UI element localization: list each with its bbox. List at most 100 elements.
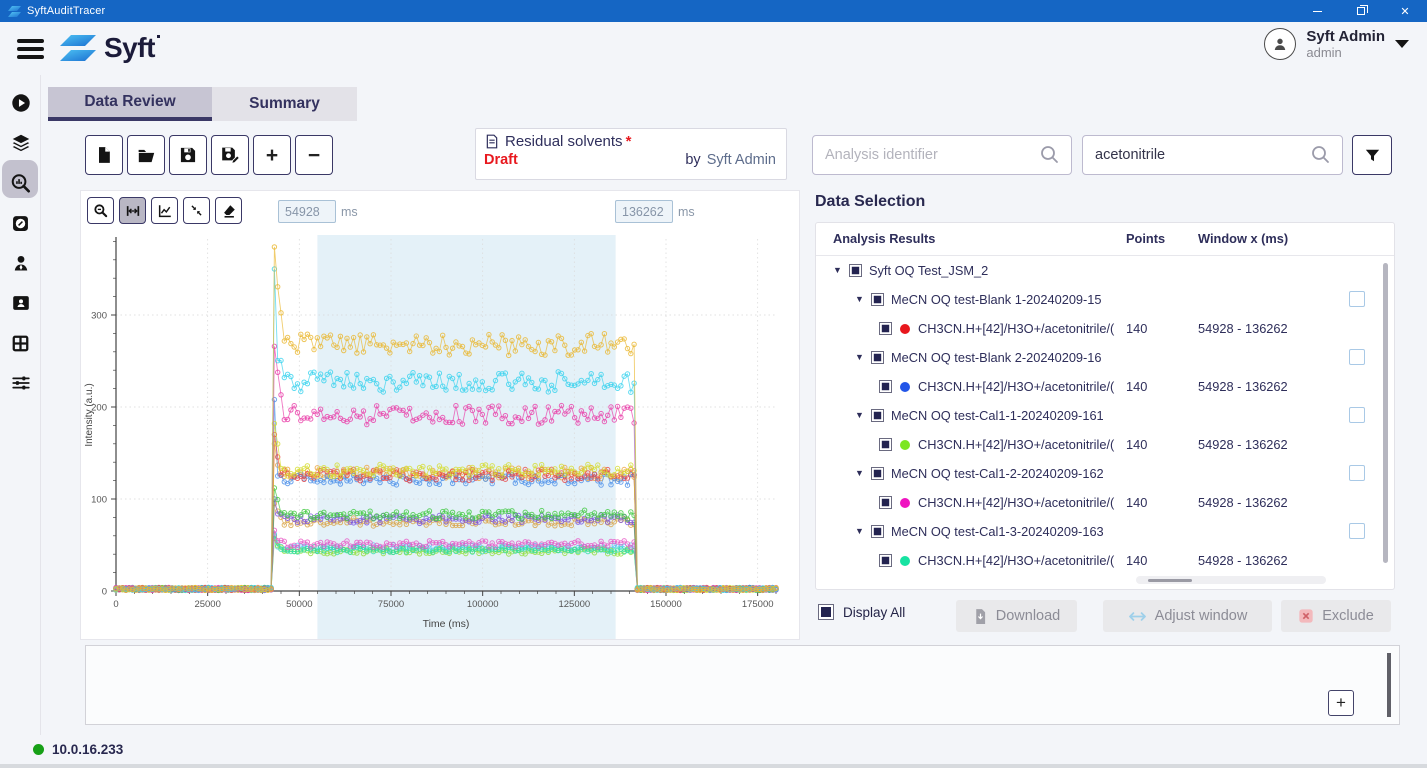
tree-checkbox[interactable]	[879, 438, 892, 451]
tree-row[interactable]: ▼MeCN OQ test-Cal1-2-20240209-162	[816, 459, 1394, 488]
add-note-button[interactable]: +	[1328, 690, 1354, 716]
horizontal-scrollbar[interactable]	[1136, 576, 1326, 584]
erase-button[interactable]	[215, 197, 242, 224]
zoom-button[interactable]	[87, 197, 114, 224]
tree-checkbox[interactable]	[879, 554, 892, 567]
tree-checkbox[interactable]	[879, 496, 892, 509]
row-select-checkbox[interactable]	[1349, 349, 1365, 365]
tree-checkbox[interactable]	[871, 467, 884, 480]
close-button[interactable]: ✕	[1383, 0, 1427, 22]
tree-row[interactable]: CH3CN.H+[42]/H3O+/acetonitrile/( 140 54928…	[816, 372, 1394, 401]
tree-row[interactable]: ▼MeCN OQ test-Blank 1-20240209-15	[816, 285, 1394, 314]
eraser-icon	[221, 203, 237, 219]
tree-row[interactable]: CH3CN.H+[42]/H3O+/acetonitrile/(14054928…	[816, 546, 1394, 575]
tree-row[interactable]: CH3CN.H+[42]/H3O+/acetonitrile/(14054928…	[816, 314, 1394, 343]
restore-button[interactable]	[1339, 0, 1383, 22]
brand-logo-text: Syft	[104, 32, 155, 64]
tree-checkbox[interactable]	[871, 351, 884, 364]
range-select-button[interactable]	[119, 197, 146, 224]
row-label: CH3CN.H+[42]/H3O+/acetonitrile/(	[918, 379, 1114, 394]
status-bar: 10.0.16.233	[0, 735, 1427, 764]
exclude-button[interactable]: Exclude	[1281, 600, 1391, 632]
intensity-time-chart[interactable]: 0250005000075000100000125000150000175000…	[81, 229, 801, 639]
play-circle-icon	[10, 92, 32, 114]
required-marker: *	[626, 133, 632, 150]
user-menu[interactable]: Syft Admin admin	[1264, 28, 1409, 60]
left-nav-sidebar	[0, 75, 41, 735]
layers-icon	[10, 132, 32, 154]
tree-row[interactable]: ▼Syft OQ Test_JSM_2	[816, 256, 1394, 285]
analysis-identifier-input[interactable]	[813, 147, 1039, 163]
sidebar-item-run[interactable]	[0, 83, 41, 123]
connection-status-icon	[33, 744, 44, 755]
tree-checkbox[interactable]	[879, 380, 892, 393]
points-value: 140	[1126, 379, 1147, 394]
window-value: 54928 - 136262	[1198, 379, 1288, 394]
file-toolbar: + −	[85, 135, 333, 175]
caret-down-icon[interactable]: ▼	[855, 352, 864, 362]
new-file-button[interactable]	[85, 135, 123, 175]
vertical-scrollbar[interactable]	[1383, 263, 1388, 563]
tree-row[interactable]: ▼MeCN OQ test-Cal1-3-20240209-163	[816, 517, 1394, 546]
user-role: admin	[1306, 45, 1385, 60]
protocol-info-box: Residual solvents * Draft bySyft Admin	[475, 128, 787, 180]
tree-row[interactable]: ▼MeCN OQ test-Cal1-1-20240209-161	[816, 401, 1394, 430]
window-value: 54928 - 136262	[1198, 553, 1288, 568]
tree-checkbox[interactable]	[871, 409, 884, 422]
points-value: 140	[1126, 321, 1147, 336]
gauge-icon	[10, 213, 31, 234]
column-analysis-results: Analysis Results	[833, 231, 935, 246]
caret-down-icon[interactable]: ▼	[855, 294, 864, 304]
compound-search-box	[1082, 135, 1343, 175]
adjust-window-button[interactable]: Adjust window	[1103, 600, 1272, 632]
hamburger-menu-button[interactable]	[17, 39, 45, 59]
compound-search-input[interactable]	[1083, 147, 1310, 163]
open-file-button[interactable]	[127, 135, 165, 175]
save-button[interactable]	[169, 135, 207, 175]
tree-row[interactable]: CH3CN.H+[42]/H3O+/acetonitrile/(14054928…	[816, 488, 1394, 517]
document-icon	[484, 133, 500, 150]
row-select-checkbox[interactable]	[1349, 523, 1365, 539]
add-plot-button[interactable]: +	[253, 135, 291, 175]
display-all-checkbox[interactable]	[818, 604, 834, 620]
search-icon[interactable]	[1039, 144, 1061, 166]
tree-checkbox[interactable]	[871, 293, 884, 306]
row-select-checkbox[interactable]	[1349, 291, 1365, 307]
download-button[interactable]: Download	[956, 600, 1077, 632]
row-select-checkbox[interactable]	[1349, 465, 1365, 481]
sidebar-item-tables[interactable]	[0, 323, 41, 363]
caret-down-icon[interactable]: ▼	[855, 526, 864, 536]
column-points: Points	[1126, 231, 1165, 246]
filter-button[interactable]	[1352, 135, 1392, 175]
tree-row[interactable]: ▼MeCN OQ test-Blank 2-20240209-16	[816, 343, 1394, 372]
remove-plot-button[interactable]: −	[295, 135, 333, 175]
row-select-checkbox[interactable]	[1349, 407, 1365, 423]
sidebar-item-settings[interactable]	[0, 363, 41, 403]
line-chart-button[interactable]	[151, 197, 178, 224]
tab-summary[interactable]: Summary	[212, 87, 357, 121]
sidebar-item-layers[interactable]	[0, 123, 41, 163]
tree-checkbox[interactable]	[879, 322, 892, 335]
tree-checkbox[interactable]	[871, 525, 884, 538]
save-as-button[interactable]	[211, 135, 249, 175]
caret-down-icon[interactable]: ▼	[833, 265, 842, 275]
display-all-toggle[interactable]: Display All	[818, 604, 905, 620]
tree-checkbox[interactable]	[849, 264, 862, 277]
minimize-button[interactable]	[1295, 0, 1339, 22]
collapse-button[interactable]	[183, 197, 210, 224]
sidebar-item-accounts[interactable]	[0, 283, 41, 323]
window-title: SyftAuditTracer	[27, 5, 105, 17]
sidebar-item-data-review[interactable]	[0, 163, 41, 203]
sidebar-item-validation[interactable]	[0, 203, 41, 243]
caret-down-icon[interactable]: ▼	[855, 468, 864, 478]
window-end-input[interactable]	[615, 200, 673, 223]
tree-row[interactable]: CH3CN.H+[42]/H3O+/acetonitrile/(14054928…	[816, 430, 1394, 459]
notes-scrollbar[interactable]	[1387, 653, 1391, 717]
window-start-input[interactable]	[278, 200, 336, 223]
row-label: CH3CN.H+[42]/H3O+/acetonitrile/(	[918, 437, 1114, 452]
window-value: 54928 - 136262	[1198, 437, 1288, 452]
caret-down-icon[interactable]: ▼	[855, 410, 864, 420]
tab-data-review[interactable]: Data Review	[48, 87, 212, 121]
search-icon[interactable]	[1310, 144, 1332, 166]
sidebar-item-users[interactable]	[0, 243, 41, 283]
